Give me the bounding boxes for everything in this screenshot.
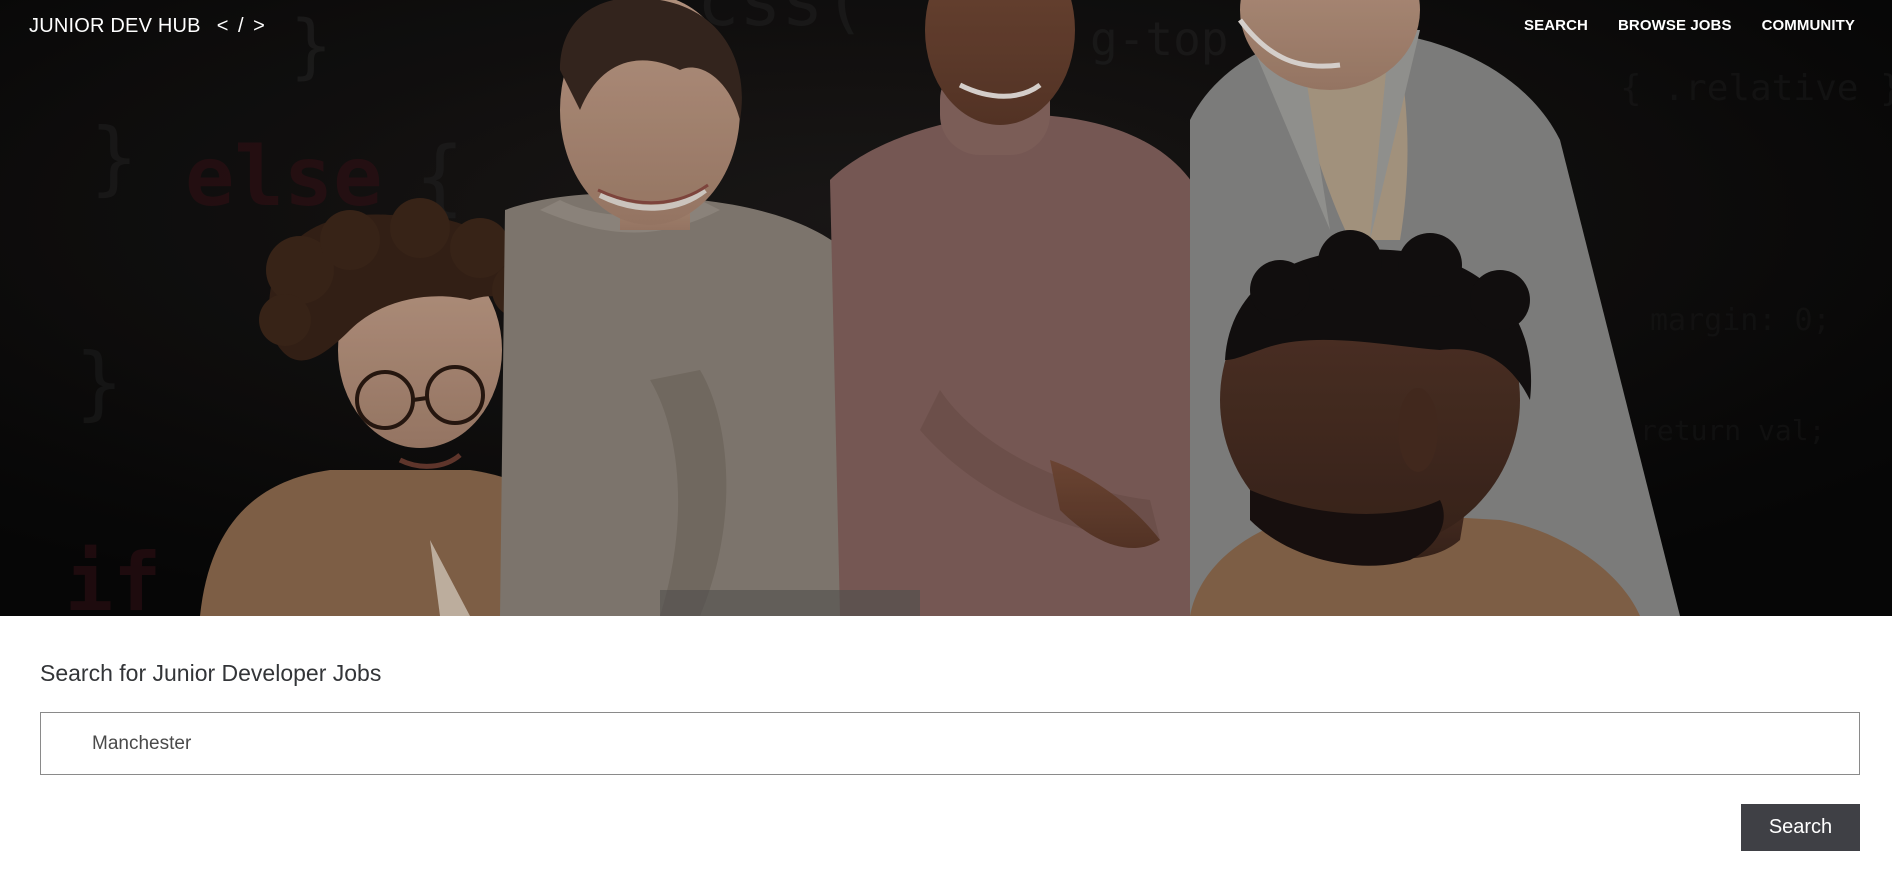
top-navigation: JUNIOR DEV HUB < / > SEARCH BROWSE JOBS C… [0,0,1892,56]
search-heading: Search for Junior Developer Jobs [40,660,382,686]
hero-dark-overlay [0,0,1892,616]
nav-link-search[interactable]: SEARCH [1524,17,1588,34]
search-button[interactable]: Search [1741,804,1860,851]
job-search-section: Search for Junior Developer Jobs Search [0,616,1892,877]
brand-logo-link[interactable]: JUNIOR DEV HUB < / > [29,15,267,38]
nav-link-community[interactable]: COMMUNITY [1762,17,1855,34]
code-brackets-icon: < / > [216,15,267,37]
hero-banner: } } else { } if .css( g-top { .relative … [0,0,1892,616]
brand-name: JUNIOR DEV HUB [29,15,201,37]
nav-link-browse-jobs[interactable]: BROWSE JOBS [1618,17,1732,34]
location-search-input[interactable] [40,712,1860,775]
nav-links: SEARCH BROWSE JOBS COMMUNITY [1524,17,1855,34]
